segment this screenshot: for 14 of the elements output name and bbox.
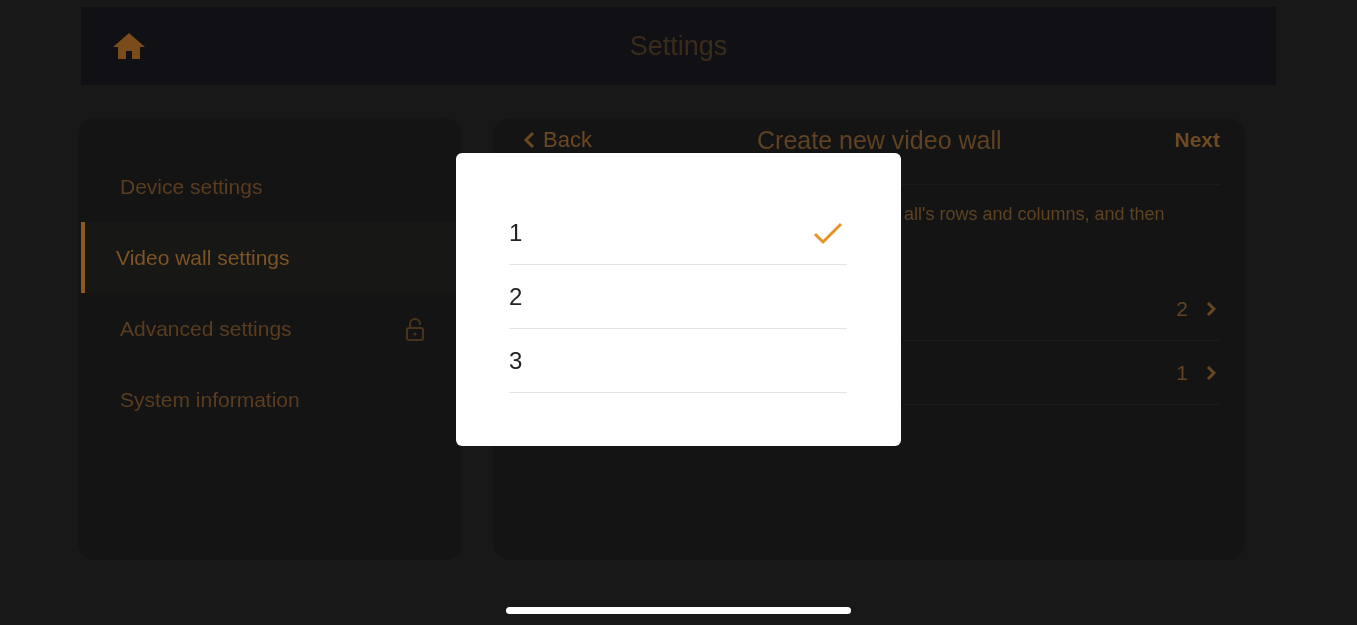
panel-title: Create new video wall — [757, 125, 1002, 155]
next-button[interactable]: Next — [1174, 128, 1220, 152]
chevron-icon — [523, 131, 535, 149]
chevron-icon[interactable] — [1206, 300, 1216, 317]
home-icon[interactable] — [112, 32, 146, 60]
row-value: 1 — [1176, 360, 1188, 385]
sidebar-item[interactable]: Advanced settings — [81, 293, 462, 364]
description-text: all's rows and columns, and then — [904, 204, 1166, 225]
picker-option[interactable]: 2 — [509, 265, 847, 329]
picker-option[interactable]: 1 — [509, 201, 847, 265]
picker-option[interactable]: 3 — [509, 329, 847, 393]
back-button[interactable]: Back — [523, 127, 592, 153]
row-value: 2 — [1176, 296, 1188, 321]
chevron-icon[interactable] — [1206, 364, 1216, 381]
